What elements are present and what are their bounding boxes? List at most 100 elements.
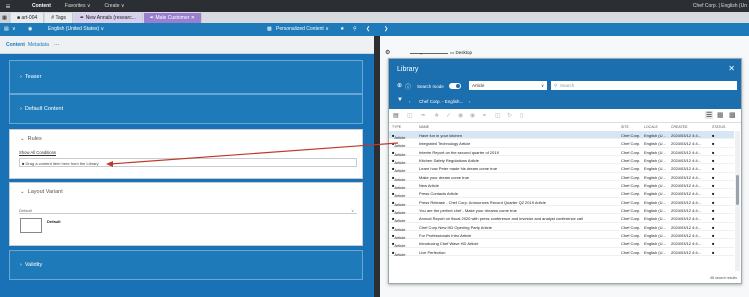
- chevron-left-icon[interactable]: ❮: [366, 26, 370, 32]
- nav-favorites[interactable]: Favorites ∨: [65, 3, 91, 9]
- preview-icon: ▩: [267, 26, 272, 32]
- table-row[interactable]: ■ Article Chef Corp New HD Opening Party …: [389, 223, 734, 232]
- row-locale: English (U...: [644, 216, 666, 222]
- row-locale: English (U...: [644, 233, 666, 239]
- row-type: ■ Article: [392, 174, 406, 182]
- table-row[interactable]: ■ Article You are the perfect chef - Make…: [389, 206, 734, 215]
- col-site[interactable]: SITE: [621, 125, 629, 129]
- rules-header[interactable]: ⌄ Rules: [20, 136, 42, 142]
- tab-art-004[interactable]: ■ art-004: [11, 13, 45, 23]
- row-name: Annual Report on fiscal 2020 with press …: [419, 216, 583, 222]
- section-title: Validity: [24, 262, 43, 268]
- edit-icon[interactable]: ✒: [421, 112, 426, 119]
- locale-select[interactable]: English (United States) ∨: [48, 26, 104, 32]
- table-row[interactable]: ■ Article New Article Chef Corp. English (U…: [389, 181, 734, 190]
- chevron-right-icon[interactable]: ❯: [384, 26, 388, 32]
- withdraw-icon[interactable]: ◉: [470, 112, 475, 119]
- section-title: Teaser: [24, 74, 42, 80]
- delete-icon[interactable]: ▯: [520, 112, 523, 119]
- tab-metadata[interactable]: Metadata: [28, 42, 49, 48]
- scrollbar-thumb[interactable]: [736, 175, 739, 205]
- row-created: 2024/03/12 4:4...: [671, 233, 702, 239]
- sync-icon[interactable]: ↻: [507, 112, 512, 119]
- hamburger-menu-icon[interactable]: ≡: [0, 2, 16, 11]
- preview-settings-icon[interactable]: ⚙: [385, 49, 390, 56]
- chevron-down-icon[interactable]: ∨: [12, 26, 16, 32]
- info-icon[interactable]: ⓘ: [405, 82, 411, 91]
- search-input[interactable]: ⚲ Search: [551, 81, 737, 90]
- content-drop-zone[interactable]: ■ Drag a content item here from the Libr…: [19, 158, 357, 167]
- grid-view-icon[interactable]: ▦: [717, 111, 724, 119]
- row-created: 2024/03/12 4:4...: [671, 241, 702, 247]
- col-type[interactable]: TYPE: [392, 125, 401, 129]
- row-created: 2024/03/12 4:4...: [671, 133, 702, 138]
- bookmark-icon[interactable]: ★: [434, 112, 439, 119]
- more-tabs-icon[interactable]: ···: [54, 42, 59, 48]
- slider-handle-icon[interactable]: ○: [420, 51, 422, 56]
- row-name: Learn how Peter made his dream come true: [419, 166, 498, 172]
- close-icon[interactable]: ✕: [728, 64, 735, 73]
- nav-content[interactable]: Content: [32, 3, 51, 9]
- validity-section[interactable]: › Validity: [9, 250, 363, 280]
- bookmark-icon[interactable]: ★: [340, 26, 344, 32]
- table-row[interactable]: ■ Article Live Perfection Chef Corp. Englis…: [389, 248, 734, 257]
- link-icon[interactable]: ⚭: [482, 112, 487, 119]
- breadcrumb-chevron-icon: ›: [409, 99, 411, 104]
- library-scrollbar[interactable]: [735, 131, 740, 271]
- table-row[interactable]: ■ Article Learn how Peter made his dream …: [389, 164, 734, 173]
- tab-male-customer[interactable]: ✒ Male Customer ✕: [143, 13, 202, 23]
- table-row[interactable]: ■ Article Press Contacts Article Chef Corp…: [389, 189, 734, 198]
- table-row[interactable]: ■ Article Introducing Chef Wave HD Articl…: [389, 239, 734, 248]
- table-row[interactable]: ■ Article Integrated Technology Article Ch…: [389, 139, 734, 149]
- row-locale: English (U...: [644, 224, 666, 230]
- add-icon[interactable]: ⊕: [397, 82, 402, 89]
- publish-icon[interactable]: ◉: [458, 112, 463, 119]
- layout-thumbnail[interactable]: [20, 218, 42, 233]
- table-row[interactable]: ■ Article Kitchen Safety Regulations Arti…: [389, 156, 734, 165]
- approve-icon[interactable]: ✓: [446, 112, 451, 119]
- table-row[interactable]: ■ Article Press Release - Chef Corp. Anno…: [389, 198, 734, 207]
- col-locale[interactable]: LOCALE: [644, 125, 658, 129]
- show-all-conditions-link[interactable]: Show All Conditions: [19, 150, 56, 155]
- tabs-overview-icon[interactable]: ▦: [0, 13, 10, 23]
- layout-variant-header[interactable]: ⌄ Layout Variant: [20, 189, 63, 195]
- user-site-locale[interactable]: Chef Corp. | English (Un: [693, 3, 747, 9]
- row-type: ■ Article: [392, 141, 406, 149]
- preview-icon[interactable]: ◫: [495, 112, 501, 119]
- filter-icon[interactable]: ▼: [397, 97, 403, 103]
- default-content-section[interactable]: › Default Content: [9, 94, 363, 124]
- collapse-icon[interactable]: ▤: [4, 26, 9, 32]
- tab-tags[interactable]: # Tags: [45, 13, 73, 23]
- row-status-icon: ■: [712, 224, 715, 230]
- col-status[interactable]: STATUS: [712, 125, 725, 129]
- device-slider[interactable]: [410, 53, 448, 54]
- row-locale: English (U...: [644, 158, 666, 164]
- nav-create[interactable]: Create ∨: [105, 3, 125, 9]
- row-type-text: Article: [394, 251, 406, 257]
- table-row[interactable]: ■ Article Make your dream come true Chef C…: [389, 173, 734, 182]
- list-view-icon[interactable]: ☰: [705, 111, 714, 119]
- table-row[interactable]: ■ Article For Professionals Intro Article…: [389, 231, 734, 240]
- table-row[interactable]: ■ Article Interim Report on the second qu…: [389, 148, 734, 157]
- table-row[interactable]: ■ Article Annual Report on fiscal 2020 wi…: [389, 214, 734, 223]
- lightbulb-icon[interactable]: ⚲: [353, 26, 357, 32]
- breadcrumb-chevron-icon[interactable]: ›: [469, 99, 470, 104]
- row-created: 2024/03/12 4:4...: [671, 183, 702, 189]
- type-select-value: Article: [472, 83, 485, 88]
- copy-icon[interactable]: ◫: [407, 112, 413, 119]
- tab-content[interactable]: Content: [6, 42, 25, 48]
- row-name: Chef Corp New HD Opening Party Article: [419, 224, 492, 230]
- tab-new-annals[interactable]: ✒ New Annals (researc...: [74, 13, 143, 23]
- row-created: 2024/03/12 4:4...: [671, 158, 702, 164]
- preview-select[interactable]: Personalized Content ∨: [276, 26, 329, 32]
- table-row[interactable]: ■ Article Have fun in your kitchen Chef Co…: [389, 131, 734, 140]
- type-select[interactable]: Article ∨: [469, 81, 547, 90]
- row-name: Introducing Chef Wave HD Article: [419, 241, 479, 247]
- library-breadcrumb[interactable]: Chef Corp. - English...: [419, 99, 463, 104]
- col-name[interactable]: NAME: [419, 125, 429, 129]
- thumbnail-view-icon[interactable]: ▩: [729, 111, 736, 119]
- search-mode-toggle[interactable]: [449, 83, 461, 89]
- col-created[interactable]: CREATED: [671, 125, 687, 129]
- teaser-section[interactable]: › Teaser: [9, 60, 363, 94]
- save-icon[interactable]: ▤: [393, 112, 399, 119]
